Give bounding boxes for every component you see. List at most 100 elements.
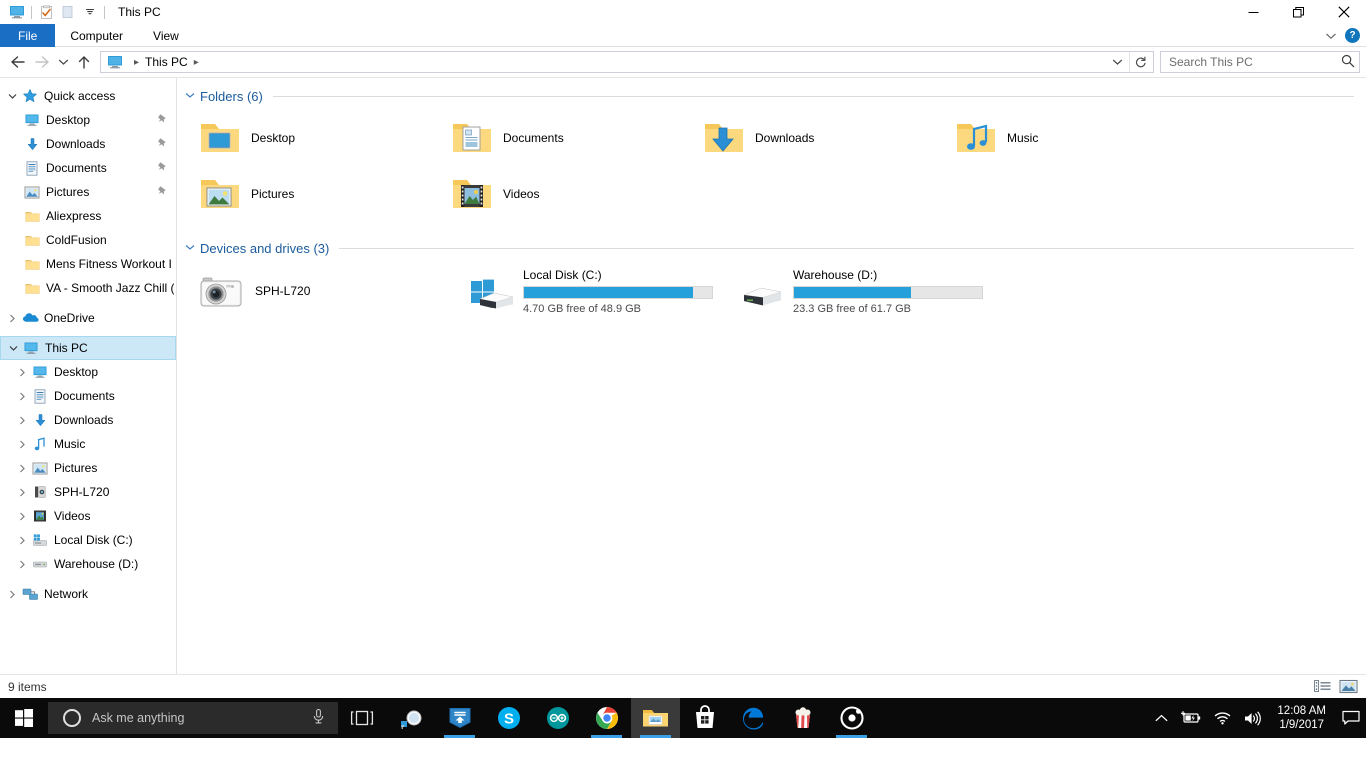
drive-item-local-disk-c[interactable]: Local Disk (C:) 4.70 GB free of 48.9 GB	[455, 262, 725, 320]
search-input[interactable]	[1169, 55, 1341, 69]
tab-file[interactable]: File	[0, 24, 55, 47]
back-button[interactable]	[6, 50, 30, 74]
maximize-button[interactable]	[1276, 0, 1321, 24]
pin-icon[interactable]	[157, 113, 168, 127]
sidebar-item-mens-fitness[interactable]: Mens Fitness Workout I	[0, 252, 176, 276]
pin-icon[interactable]	[157, 161, 168, 175]
chevron-right-icon[interactable]	[14, 512, 30, 521]
help-icon[interactable]: ?	[1345, 28, 1360, 43]
taskbar-app-arduino[interactable]	[533, 698, 582, 738]
large-icons-view-button[interactable]	[1338, 678, 1358, 696]
taskbar-app-chrome[interactable]	[582, 698, 631, 738]
new-folder-icon[interactable]	[57, 2, 79, 22]
minimize-button[interactable]	[1231, 0, 1276, 24]
taskbar-app-edge[interactable]	[729, 698, 778, 738]
sidebar-item-coldfusion[interactable]: ColdFusion	[0, 228, 176, 252]
folder-item-downloads[interactable]: Downloads	[689, 110, 941, 166]
chevron-right-icon[interactable]	[4, 314, 20, 323]
chevron-right-icon[interactable]	[14, 560, 30, 569]
group-header-folders[interactable]: Folders (6)	[177, 78, 1366, 104]
chevron-right-icon[interactable]	[4, 590, 20, 599]
taskbar-app-popcorn-time[interactable]	[778, 698, 827, 738]
chevron-right-icon[interactable]	[14, 416, 30, 425]
sidebar-item-pictures[interactable]: Pictures	[0, 180, 176, 204]
drive-item-warehouse-d[interactable]: Warehouse (D:) 23.3 GB free of 61.7 GB	[725, 262, 995, 320]
chevron-right-icon[interactable]	[14, 368, 30, 377]
sidebar-item-this-pc-documents[interactable]: Documents	[0, 384, 176, 408]
search-icon[interactable]	[1341, 54, 1355, 71]
sidebar-group-network[interactable]: Network	[0, 582, 176, 606]
action-center-button[interactable]	[1336, 698, 1366, 738]
breadcrumb-item-this-pc[interactable]: This PC	[145, 55, 188, 69]
folder-item-desktop[interactable]: Desktop	[185, 110, 437, 166]
tab-view[interactable]: View	[138, 24, 194, 47]
sidebar-item-this-pc-sph-l720[interactable]: SPH-L720	[0, 480, 176, 504]
close-button[interactable]	[1321, 0, 1366, 24]
details-view-button[interactable]	[1312, 678, 1332, 696]
volume-icon[interactable]	[1237, 698, 1267, 738]
address-dropdown-icon[interactable]	[1107, 52, 1127, 72]
sidebar-group-this-pc[interactable]: This PC	[0, 336, 176, 360]
sidebar-item-this-pc-videos[interactable]: Videos	[0, 504, 176, 528]
taskbar-app-file-explorer[interactable]	[631, 698, 680, 738]
group-header-drives[interactable]: Devices and drives (3)	[177, 230, 1366, 256]
taskbar-app-skype[interactable]: S	[484, 698, 533, 738]
chevron-right-icon[interactable]	[14, 488, 30, 497]
properties-icon[interactable]	[35, 2, 57, 22]
sidebar-item-va-smooth-jazz[interactable]: VA - Smooth Jazz Chill (	[0, 276, 176, 300]
task-view-button[interactable]	[338, 698, 386, 738]
start-button[interactable]	[0, 698, 48, 738]
battery-icon[interactable]	[1174, 698, 1208, 738]
device-item-sph-l720[interactable]: SPH-L720	[185, 262, 455, 320]
sidebar-group-onedrive[interactable]: OneDrive	[0, 306, 176, 330]
this-pc-icon[interactable]	[6, 2, 28, 22]
chevron-down-icon[interactable]	[185, 91, 195, 102]
refresh-icon[interactable]	[1129, 52, 1151, 72]
navigation-pane[interactable]: Quick access Desktop	[0, 78, 177, 674]
cortana-search-box[interactable]: Ask me anything	[48, 702, 338, 734]
search-box[interactable]	[1160, 51, 1360, 73]
breadcrumb-separator-2[interactable]: ▸	[194, 57, 199, 68]
tab-computer[interactable]: Computer	[55, 24, 138, 47]
sidebar-item-aliexpress[interactable]: Aliexpress	[0, 204, 176, 228]
clock[interactable]: 12:08 AM 1/9/2017	[1267, 698, 1336, 738]
sidebar-item-this-pc-local-disk-c[interactable]: Local Disk (C:)	[0, 528, 176, 552]
taskbar-app-search-everything[interactable]	[386, 698, 435, 738]
customize-dropdown-icon[interactable]	[79, 2, 101, 22]
chevron-down-icon[interactable]	[185, 243, 195, 254]
folder-item-pictures[interactable]: Pictures	[185, 166, 437, 222]
sidebar-item-this-pc-music[interactable]: Music	[0, 432, 176, 456]
taskbar-app-microsoft-store[interactable]	[680, 698, 729, 738]
forward-button[interactable]	[30, 50, 54, 74]
taskbar-app-ionic[interactable]	[827, 698, 876, 738]
sidebar-item-downloads[interactable]: Downloads	[0, 132, 176, 156]
address-bar[interactable]: ▸ This PC ▸	[100, 51, 1154, 73]
chevron-right-icon[interactable]	[14, 440, 30, 449]
sidebar-item-this-pc-desktop[interactable]: Desktop	[0, 360, 176, 384]
folder-item-videos[interactable]: Videos	[437, 166, 689, 222]
breadcrumb-separator-1[interactable]: ▸	[134, 57, 139, 68]
recent-locations-button[interactable]	[54, 50, 72, 74]
sidebar-group-quick-access[interactable]: Quick access	[0, 84, 176, 108]
sidebar-item-documents[interactable]: Documents	[0, 156, 176, 180]
content-pane[interactable]: Folders (6) Desktop	[177, 78, 1366, 674]
pin-icon[interactable]	[157, 137, 168, 151]
chevron-right-icon[interactable]	[14, 536, 30, 545]
chevron-down-icon[interactable]	[5, 345, 21, 352]
sidebar-item-this-pc-downloads[interactable]: Downloads	[0, 408, 176, 432]
pin-icon[interactable]	[157, 185, 168, 199]
folder-item-music[interactable]: Music	[941, 110, 1193, 166]
wifi-icon[interactable]	[1208, 698, 1237, 738]
chevron-right-icon[interactable]	[14, 392, 30, 401]
show-hidden-icons-button[interactable]	[1149, 698, 1174, 738]
microphone-icon[interactable]	[311, 708, 326, 728]
chevron-right-icon[interactable]	[14, 464, 30, 473]
sidebar-item-desktop[interactable]: Desktop	[0, 108, 176, 132]
chevron-down-icon[interactable]	[1325, 29, 1337, 43]
folder-item-documents[interactable]: Documents	[437, 110, 689, 166]
chevron-down-icon[interactable]	[4, 93, 20, 100]
up-button[interactable]	[72, 50, 96, 74]
sidebar-item-this-pc-pictures[interactable]: Pictures	[0, 456, 176, 480]
sidebar-item-this-pc-warehouse-d[interactable]: Warehouse (D:)	[0, 552, 176, 576]
taskbar-app-download-manager[interactable]	[435, 698, 484, 738]
